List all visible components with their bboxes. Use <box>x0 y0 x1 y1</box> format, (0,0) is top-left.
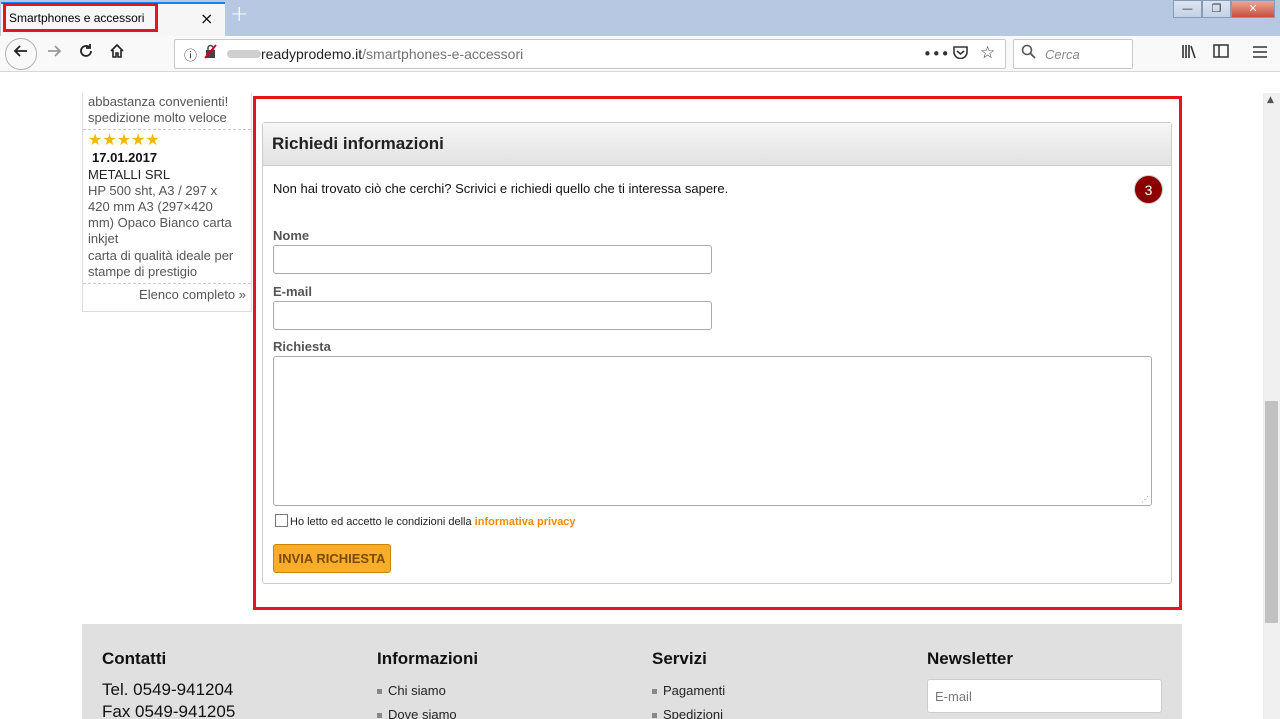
divider <box>83 129 251 130</box>
request-label: Richiesta <box>273 339 331 354</box>
footer-link-spedizioni[interactable]: Spedizioni <box>652 703 725 719</box>
tab-highlight-annotation <box>3 3 158 32</box>
navigation-toolbar: ⓘ readyprodemo.it/smartphones-e-accessor… <box>0 36 1280 72</box>
footer-services: Servizi Pagamenti Spedizioni <box>652 649 725 719</box>
footer-heading: Newsletter <box>927 649 1013 668</box>
footer-link-chi-siamo[interactable]: Chi siamo <box>377 679 478 703</box>
footer-link-pagamenti[interactable]: Pagamenti <box>652 679 725 703</box>
form-title: Richiedi informazioni <box>263 123 1171 166</box>
new-tab-icon[interactable]: + <box>230 2 248 27</box>
resize-grip-icon[interactable]: ⋰ <box>1141 495 1149 504</box>
footer-contacts: Contatti Tel. 0549-941204 Fax 0549-94120… <box>102 649 235 719</box>
privacy-consent-label: Ho letto ed accetto le condizioni della … <box>290 516 576 528</box>
insecure-lock-icon[interactable] <box>204 44 217 63</box>
name-label: Nome <box>273 228 310 243</box>
privacy-text: Ho letto ed accetto le condizioni della <box>290 516 475 528</box>
rating-stars: ★★★★★ <box>88 132 160 149</box>
phone-number: Tel. 0549-941204 <box>102 680 234 699</box>
forward-icon[interactable] <box>40 41 68 67</box>
tab-close-icon[interactable]: × <box>200 9 213 28</box>
restore-button[interactable]: ❐ <box>1202 0 1231 18</box>
url-domain: readyprodemo.it <box>261 46 363 62</box>
window-titlebar: Smartphones e accessori × + — ❐ ✕ <box>0 0 1280 36</box>
url-path: /smartphones-e-accessori <box>362 46 524 62</box>
step-badge: 3 <box>1134 175 1163 204</box>
vertical-scrollbar[interactable]: ▲ <box>1263 93 1280 719</box>
minimize-button[interactable]: — <box>1173 0 1202 18</box>
page-actions-icon[interactable]: ••• <box>923 45 950 63</box>
footer-heading: Informazioni <box>377 649 479 668</box>
footer-heading: Contatti <box>102 649 167 668</box>
site-footer: Contatti Tel. 0549-941204 Fax 0549-94120… <box>82 624 1182 719</box>
fax-number: Fax 0549-941205 <box>102 702 236 719</box>
review-comment: stampe di prestigio <box>88 264 198 279</box>
url-text[interactable]: readyprodemo.it/smartphones-e-accessori <box>261 46 523 62</box>
newsletter-email-input[interactable] <box>927 679 1162 713</box>
back-icon[interactable] <box>5 38 37 70</box>
library-icon[interactable] <box>1181 44 1197 63</box>
request-textarea[interactable]: ⋰ <box>273 356 1152 506</box>
privacy-policy-link[interactable]: informativa privacy <box>475 516 576 528</box>
pocket-icon[interactable] <box>953 45 968 63</box>
scroll-up-icon[interactable]: ▲ <box>1267 95 1274 105</box>
menu-hamburger-icon[interactable] <box>1253 44 1267 62</box>
search-bar[interactable]: Cerca <box>1013 39 1133 69</box>
review-comment: carta di qualità ideale per <box>88 248 234 263</box>
review-text: abbastanza convenienti! <box>88 94 229 109</box>
home-icon[interactable] <box>103 41 131 67</box>
site-info-icon[interactable]: ⓘ <box>184 45 197 64</box>
name-field[interactable] <box>273 245 712 274</box>
footer-heading: Servizi <box>652 649 707 668</box>
review-company: METALLI SRL <box>88 167 171 182</box>
window-close-button[interactable]: ✕ <box>1231 0 1275 18</box>
address-bar[interactable]: ⓘ readyprodemo.it/smartphones-e-accessor… <box>174 39 1006 69</box>
review-product: 420 mm A3 (297×420 <box>88 199 213 214</box>
footer-link-dove-siamo[interactable]: Dove siamo <box>377 703 478 719</box>
scrollbar-thumb[interactable] <box>1265 401 1278 623</box>
search-icon <box>1021 44 1036 63</box>
request-info-form: Richiedi informazioni Non hai trovato ci… <box>262 122 1172 584</box>
reviews-sidebar: abbastanza convenienti! spedizione molto… <box>82 93 252 312</box>
full-list-link[interactable]: Elenco completo » <box>83 287 251 303</box>
privacy-checkbox[interactable] <box>275 514 288 527</box>
reload-icon[interactable] <box>72 41 100 67</box>
review-product: mm) Opaco Bianco carta <box>88 215 232 230</box>
review-text: spedizione molto veloce <box>88 110 227 125</box>
divider <box>83 283 251 284</box>
footer-info: Informazioni Chi siamo Dove siamo <box>377 649 478 719</box>
email-field[interactable] <box>273 301 712 330</box>
search-placeholder: Cerca <box>1045 47 1080 62</box>
submit-request-button[interactable]: INVIA RICHIESTA <box>273 544 391 573</box>
form-intro: Non hai trovato ciò che cerchi? Scrivici… <box>273 181 729 196</box>
bookmark-star-icon[interactable]: ☆ <box>980 43 995 63</box>
footer-newsletter: Newsletter <box>927 649 1162 713</box>
page-viewport: abbastanza convenienti! spedizione molto… <box>0 93 1263 719</box>
sidebar-toggle-icon[interactable] <box>1213 44 1229 62</box>
email-label: E-mail <box>273 284 313 299</box>
review-product: HP 500 sht, A3 / 297 x <box>88 183 218 198</box>
review-date: 17.01.2017 <box>92 150 158 165</box>
review-product: inkjet <box>88 231 119 246</box>
blurred-subdomain <box>227 50 261 58</box>
